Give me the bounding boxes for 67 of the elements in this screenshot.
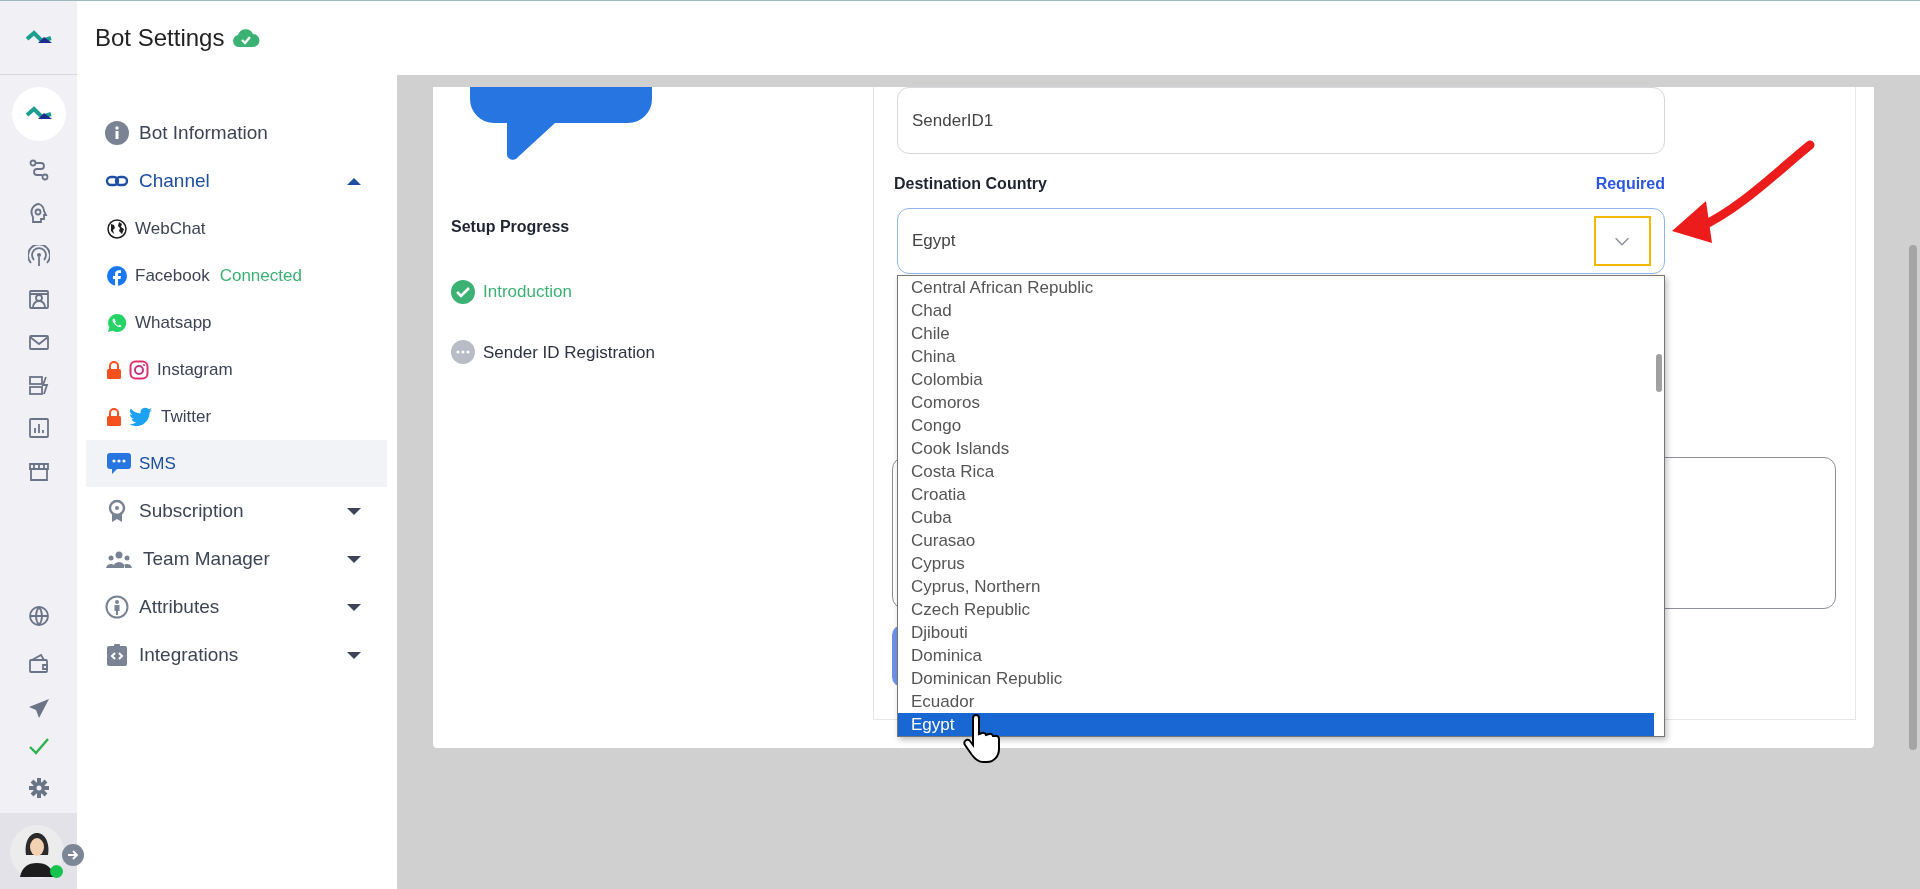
- section-title: Setup Progress: [451, 217, 571, 237]
- step-label: Sender ID Registration: [483, 341, 655, 364]
- dropdown-option[interactable]: Chad: [898, 299, 1654, 322]
- dropdown-option[interactable]: Egypt: [898, 713, 1654, 736]
- dropdown-option[interactable]: Cuba: [898, 506, 1654, 529]
- input-field[interactable]: SenderID1: [897, 87, 1665, 154]
- sidebar-item[interactable]: Integrations: [86, 631, 387, 679]
- sidebar-item[interactable]: Channel: [86, 157, 387, 205]
- scrollbar-thumb[interactable]: [1656, 354, 1662, 392]
- status-text: Connected: [219, 264, 302, 287]
- submenu-item[interactable]: Whatsapp: [86, 299, 387, 346]
- settings-icon[interactable]: [27, 777, 50, 799]
- server-bolt-icon[interactable]: [27, 374, 50, 396]
- submenu-item[interactable]: SMS: [86, 440, 387, 487]
- sidebar-item[interactable]: Bot Information: [86, 109, 387, 157]
- dropdown-option[interactable]: Ecuador: [898, 690, 1654, 713]
- dropdown-option[interactable]: Costa Rica: [898, 460, 1654, 483]
- dropdown-option[interactable]: Central African Republic: [898, 276, 1654, 299]
- user-avatar[interactable]: [10, 825, 64, 879]
- store-icon[interactable]: [27, 460, 50, 482]
- instagram-icon: [129, 359, 149, 380]
- flow-icon[interactable]: [27, 159, 50, 181]
- whatsapp-icon: [107, 312, 127, 333]
- required-label: Required: [1595, 174, 1665, 194]
- field-label: Destination Country: [894, 174, 1047, 194]
- bar-chart-icon[interactable]: [27, 417, 50, 439]
- facebook-icon: [107, 265, 127, 286]
- dropdown-option[interactable]: Cyprus, Northern: [898, 575, 1654, 598]
- dropdown-option[interactable]: Croatia: [898, 483, 1654, 506]
- globe-icon[interactable]: [27, 605, 50, 627]
- contact-card-icon[interactable]: [27, 288, 50, 310]
- broadcast-icon[interactable]: [27, 245, 50, 267]
- dropdown-option[interactable]: Cook Islands: [898, 437, 1654, 460]
- dropdown-option[interactable]: Comoros: [898, 391, 1654, 414]
- send-icon[interactable]: [27, 697, 50, 719]
- brain-gear-icon[interactable]: [27, 202, 50, 224]
- bird-icon: [129, 406, 153, 427]
- sidebar-item[interactable]: Team Manager: [86, 535, 387, 583]
- dropdown-option[interactable]: Curasao: [898, 529, 1654, 552]
- sidebar-item[interactable]: Subscription: [86, 487, 387, 535]
- dropdown-option[interactable]: Dominican Republic: [898, 667, 1654, 690]
- submenu-item[interactable]: Twitter: [86, 393, 387, 440]
- submenu-item[interactable]: Facebook Connected: [86, 252, 387, 299]
- code-clipboard-icon: [105, 643, 129, 667]
- globe-icon: [107, 218, 127, 239]
- select-field[interactable]: Egypt: [897, 208, 1665, 274]
- dropdown-option[interactable]: Dominica: [898, 644, 1654, 667]
- arrow-icon: [1670, 139, 1815, 246]
- cloud-check-icon: [232, 27, 261, 49]
- dropdown-option[interactable]: Congo: [898, 414, 1654, 437]
- dropdown-option[interactable]: Czech Republic: [898, 598, 1654, 621]
- chat-bubble-icon: [470, 87, 652, 160]
- step-label: Introduction: [483, 281, 572, 303]
- submenu-item[interactable]: Instagram: [86, 346, 387, 393]
- wallet-icon[interactable]: [27, 653, 50, 675]
- person-icon: [105, 595, 129, 619]
- dropdown-option[interactable]: Cyprus: [898, 552, 1654, 575]
- info-icon: [105, 121, 129, 145]
- submenu-item[interactable]: WebChat: [86, 205, 387, 252]
- arrow-right-icon[interactable]: [62, 844, 84, 866]
- dropdown-option[interactable]: Chile: [898, 322, 1654, 345]
- dropdown-option[interactable]: Djibouti: [898, 621, 1654, 644]
- chat-dots-icon: [107, 452, 131, 475]
- sidebar-item[interactable]: Attributes: [86, 583, 387, 631]
- page-title: Bot Settings: [95, 23, 225, 53]
- dropdown-option[interactable]: Colombia: [898, 368, 1654, 391]
- dropdown-option[interactable]: China: [898, 345, 1654, 368]
